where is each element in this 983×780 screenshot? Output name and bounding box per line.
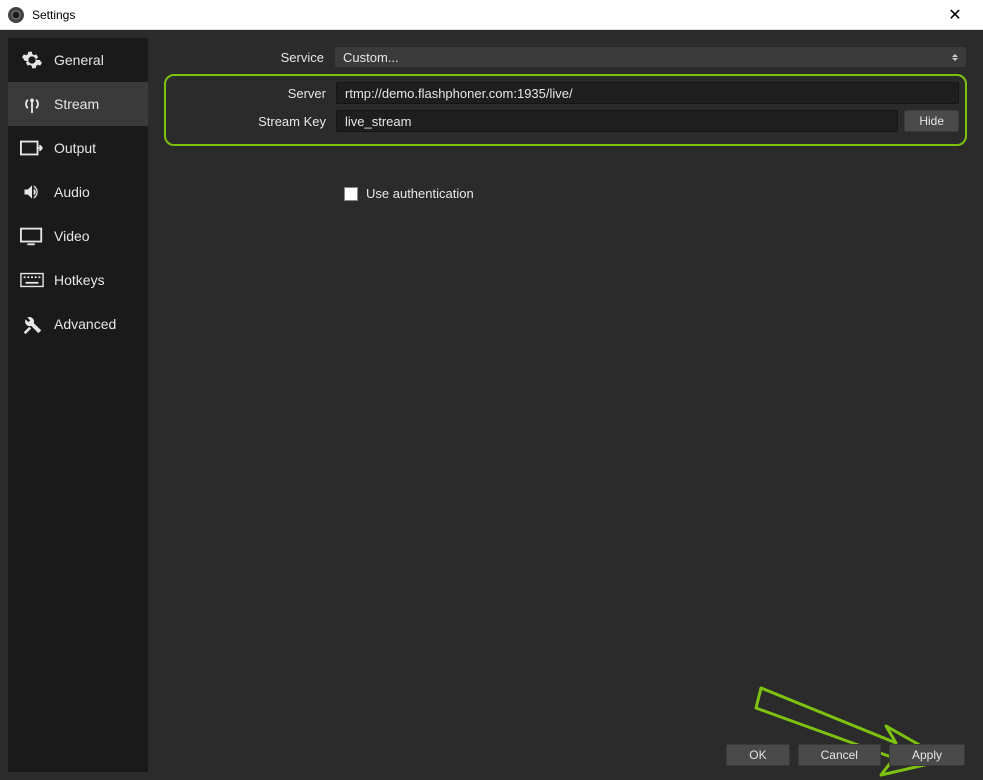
streamkey-label: Stream Key — [166, 114, 336, 129]
body: General Stream Output Audio — [0, 30, 983, 780]
sidebar-item-label: Advanced — [54, 316, 116, 332]
window-title: Settings — [32, 8, 75, 22]
sidebar-item-stream[interactable]: Stream — [8, 82, 148, 126]
server-row: Server — [166, 82, 959, 104]
sidebar-item-label: Video — [54, 228, 90, 244]
server-label: Server — [166, 86, 336, 101]
service-row: Service Custom... — [164, 46, 967, 68]
settings-window: Settings ✕ General Stream — [0, 0, 983, 780]
sidebar-item-label: Audio — [54, 184, 90, 200]
content-pane: Service Custom... Server Stre — [156, 38, 975, 772]
apply-button[interactable]: Apply — [889, 744, 965, 766]
sidebar-item-hotkeys[interactable]: Hotkeys — [8, 258, 148, 302]
service-value: Custom... — [343, 50, 399, 65]
gear-icon — [20, 50, 44, 70]
window-close-button[interactable]: ✕ — [935, 5, 975, 25]
sidebar-item-general[interactable]: General — [8, 38, 148, 82]
dialog-footer: OK Cancel Apply — [726, 744, 965, 766]
sidebar-item-advanced[interactable]: Advanced — [8, 302, 148, 346]
sidebar: General Stream Output Audio — [8, 38, 148, 772]
sidebar-item-label: Hotkeys — [54, 272, 105, 288]
sidebar-item-label: Stream — [54, 96, 99, 112]
use-authentication-label: Use authentication — [366, 186, 474, 201]
streamkey-row: Stream Key Hide — [166, 110, 959, 132]
ok-button[interactable]: OK — [726, 744, 789, 766]
app-icon — [8, 7, 24, 23]
server-input[interactable] — [336, 82, 959, 104]
antenna-icon — [20, 94, 44, 114]
service-select[interactable]: Custom... — [334, 46, 967, 68]
sidebar-item-audio[interactable]: Audio — [8, 170, 148, 214]
sidebar-item-video[interactable]: Video — [8, 214, 148, 258]
use-authentication-checkbox[interactable] — [344, 187, 358, 201]
hide-button[interactable]: Hide — [904, 110, 959, 132]
speaker-icon — [20, 182, 44, 202]
sidebar-item-label: Output — [54, 140, 96, 156]
chevron-updown-icon — [952, 54, 958, 61]
tools-icon — [20, 314, 44, 334]
monitor-icon — [20, 226, 44, 246]
output-icon — [20, 138, 44, 158]
sidebar-item-output[interactable]: Output — [8, 126, 148, 170]
highlight-annotation-box: Server Stream Key Hide — [164, 74, 967, 146]
sidebar-item-label: General — [54, 52, 104, 68]
keyboard-icon — [20, 270, 44, 290]
streamkey-input[interactable] — [336, 110, 898, 132]
cancel-button[interactable]: Cancel — [798, 744, 881, 766]
auth-row: Use authentication — [344, 186, 967, 201]
titlebar: Settings ✕ — [0, 0, 983, 30]
service-label: Service — [164, 50, 334, 65]
